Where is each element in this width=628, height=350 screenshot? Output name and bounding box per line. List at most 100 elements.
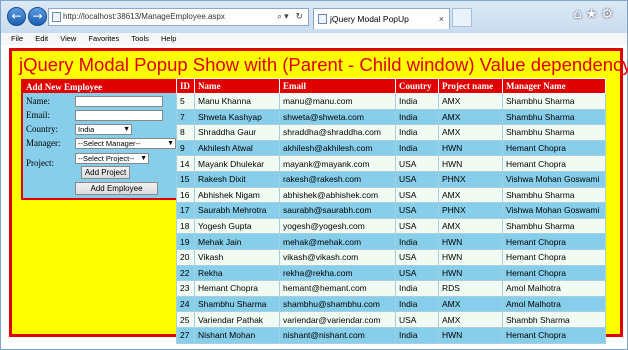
- cell-project: AMX: [438, 217, 503, 235]
- browser-window: ← → http://localhost:38613/ManageEmploye…: [0, 0, 628, 350]
- cell-project: HWN: [438, 139, 503, 157]
- cell-country: USA: [395, 170, 439, 188]
- table-row: 24 Shambhu Sharma shambhu@shambhu.com India…: [176, 295, 606, 313]
- country-select-value: India: [78, 125, 95, 134]
- manager-select-value: --Select Manager--: [78, 139, 141, 148]
- cell-id: 9: [176, 139, 195, 157]
- cell-name: Mehak Jain: [194, 233, 280, 250]
- email-input[interactable]: [75, 110, 163, 121]
- cell-name: Yogesh Gupta: [194, 217, 280, 235]
- chevron-down-icon: ▼: [123, 126, 130, 133]
- cell-email: yogesh@yogesh.com: [279, 217, 396, 235]
- table-row: 15 Rakesh Dixit rakesh@rakesh.com USA PHNX Vi…: [176, 170, 606, 188]
- cell-manager: Vishwa Mohan Goswami: [502, 170, 606, 188]
- menu-help[interactable]: Help: [161, 33, 176, 45]
- cell-name: Hemant Chopra: [194, 280, 280, 297]
- table-row: 8 Shraddha Gaur shraddha@shraddha.com India…: [176, 124, 606, 141]
- project-select[interactable]: --Select Project-- ▼: [75, 153, 149, 164]
- menu-favorites[interactable]: Favorites: [88, 33, 119, 45]
- add-employee-button[interactable]: Add Employee: [75, 182, 158, 195]
- home-favorites-settings-icons[interactable]: ⌂★⚙: [573, 7, 617, 22]
- cell-id: 20: [176, 248, 195, 266]
- table-row: 23 Hemant Chopra hemant@hemant.com India RDS…: [176, 280, 606, 297]
- cell-country: USA: [395, 155, 439, 172]
- cell-project: HWN: [438, 233, 503, 250]
- cell-id: 14: [176, 155, 195, 172]
- menu-file[interactable]: File: [11, 33, 23, 45]
- country-select[interactable]: India ▼: [75, 124, 132, 135]
- page-content: jQuery Modal Popup Show with (Parent - C…: [9, 48, 628, 344]
- cell-name: Vikash: [194, 248, 280, 266]
- cell-manager: Shambh Sharma: [502, 311, 606, 328]
- cell-email: hemant@hemant.com: [279, 280, 396, 297]
- cell-id: 19: [176, 233, 195, 250]
- column-header-project: Project name: [438, 78, 503, 94]
- project-select-value: --Select Project--: [78, 154, 135, 163]
- cell-name: Abhishek Nigam: [194, 186, 280, 204]
- cell-id: 18: [176, 217, 195, 235]
- table-row: 7 Shweta Kashyap shweta@shweta.com India AMX…: [176, 108, 606, 126]
- cell-project: AMX: [438, 124, 503, 141]
- cell-project: AMX: [438, 186, 503, 204]
- cell-project: AMX: [438, 295, 503, 313]
- cell-email: shweta@shweta.com: [279, 108, 396, 126]
- employee-table: ID Name Email Country Project name Manag…: [176, 78, 606, 344]
- cell-manager: Vishwa Mohan Goswami: [502, 202, 606, 219]
- cell-id: 27: [176, 326, 195, 344]
- cell-email: mehak@mehak.com: [279, 233, 396, 250]
- cell-country: India: [395, 108, 439, 126]
- cell-country: India: [395, 124, 439, 141]
- cell-id: 25: [176, 311, 195, 328]
- browser-titlebar: ← → http://localhost:38613/ManageEmploye…: [1, 1, 627, 33]
- cell-project: AMX: [438, 311, 503, 328]
- cell-project: AMX: [438, 93, 503, 110]
- cell-manager: Shambhu Sharma: [502, 93, 606, 110]
- cell-email: rekha@rekha.com: [279, 264, 396, 282]
- close-tab-icon[interactable]: ×: [439, 9, 444, 29]
- cell-country: India: [395, 233, 439, 250]
- cell-manager: Hemant Chopra: [502, 139, 606, 157]
- cell-email: variendar@variendar.com: [279, 311, 396, 328]
- cell-project: AMX: [438, 108, 503, 126]
- cell-manager: Hemant Chopra: [502, 233, 606, 250]
- menu-edit[interactable]: Edit: [35, 33, 48, 45]
- project-label: Project:: [26, 158, 54, 168]
- add-project-button[interactable]: Add Project: [81, 166, 130, 179]
- cell-project: HWN: [438, 155, 503, 172]
- address-url: http://localhost:38613/ManageEmployee.as…: [63, 12, 225, 21]
- back-button[interactable]: ←: [7, 7, 26, 26]
- cell-project: HWN: [438, 248, 503, 266]
- cell-country: USA: [395, 248, 439, 266]
- table-row: 25 Variendar Pathak variendar@variendar.co…: [176, 311, 606, 328]
- search-refresh-icons[interactable]: ⌕▾ ↻: [277, 9, 305, 25]
- table-header-row: ID Name Email Country Project name Manag…: [176, 78, 606, 94]
- forward-button[interactable]: →: [28, 7, 47, 26]
- cell-country: USA: [395, 217, 439, 235]
- country-label: Country:: [26, 124, 59, 134]
- form-header: Add New Employee: [23, 81, 176, 93]
- cell-manager: Shambhu Sharma: [502, 217, 606, 235]
- cell-email: shambhu@shambhu.com: [279, 295, 396, 313]
- cell-email: vikash@vikash.com: [279, 248, 396, 266]
- cell-id: 16: [176, 186, 195, 204]
- cell-country: USA: [395, 202, 439, 219]
- browser-tab[interactable]: jQuery Modal PopUp ×: [313, 8, 450, 29]
- cell-country: India: [395, 280, 439, 297]
- cell-email: nishant@nishant.com: [279, 326, 396, 344]
- cell-email: akhilesh@akhilesh.com: [279, 139, 396, 157]
- menu-bar: File Edit View Favorites Tools Help: [1, 33, 627, 45]
- name-input[interactable]: [75, 96, 163, 107]
- cell-name: Akhilesh Atwal: [194, 139, 280, 157]
- cell-project: HWN: [438, 264, 503, 282]
- column-header-manager: Manager Name: [502, 78, 606, 94]
- cell-email: shraddha@shraddha.com: [279, 124, 396, 141]
- table-row: 22 Rekha rekha@rekha.com USA HWN Hemant Chopr…: [176, 264, 606, 282]
- cell-manager: Shambhu Sharma: [502, 124, 606, 141]
- cell-email: abhishek@abhishek.com: [279, 186, 396, 204]
- column-header-country: Country: [395, 78, 439, 94]
- address-bar[interactable]: http://localhost:38613/ManageEmployee.as…: [48, 8, 309, 26]
- menu-view[interactable]: View: [60, 33, 76, 45]
- new-tab-button[interactable]: [452, 8, 472, 27]
- menu-tools[interactable]: Tools: [131, 33, 149, 45]
- manager-select[interactable]: --Select Manager-- ▼: [75, 138, 176, 149]
